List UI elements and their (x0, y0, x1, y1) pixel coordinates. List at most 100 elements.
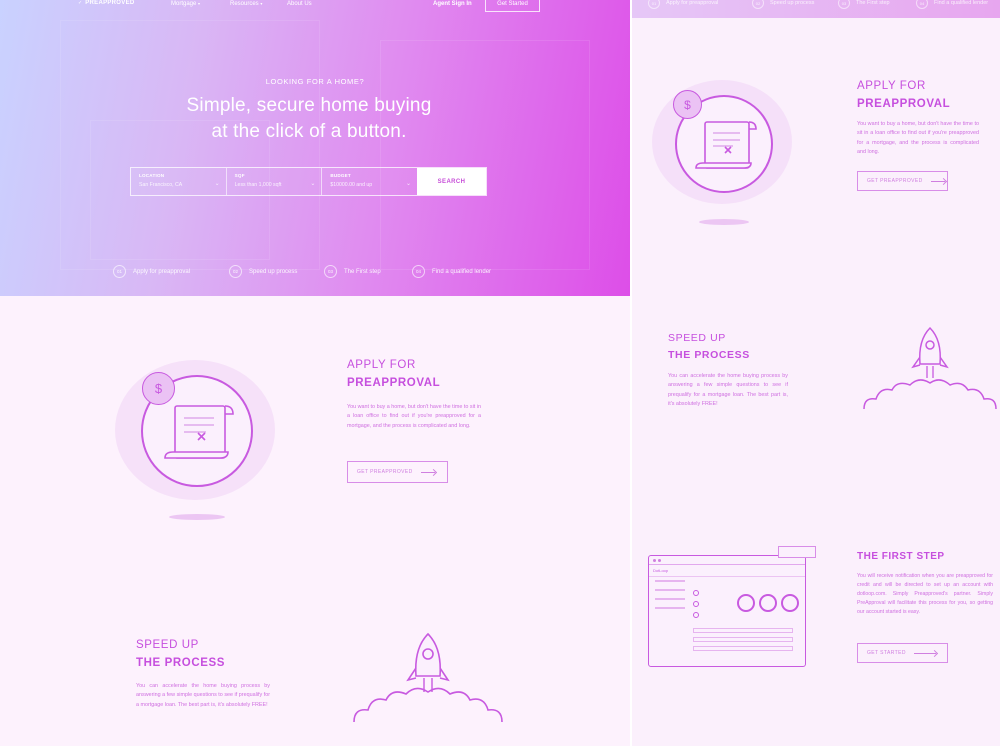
mockup-sidebar (655, 580, 685, 609)
get-started-label: GET STARTED (867, 650, 906, 656)
step-label: Find a qualified lender (432, 268, 492, 275)
logo-icon: ✓ (78, 0, 83, 6)
apply-section-title: APPLY FOR PREAPPROVAL (857, 77, 950, 114)
speed-title-line1: SPEED UP (136, 639, 199, 651)
chevron-down-icon: ⌄ (405, 181, 412, 187)
home-search-form: LOCATION San Francisco, CA ⌄ SQF Less th… (130, 167, 487, 196)
speed-section-title: SPEED UP THE PROCESS (136, 636, 225, 673)
apply-section-title: APPLY FOR PREAPPROVAL (347, 356, 440, 393)
step-number: 01 (113, 265, 126, 278)
step-item[interactable]: 04 Find a qualified lender (916, 0, 988, 9)
location-select[interactable]: LOCATION San Francisco, CA ⌄ (131, 168, 227, 195)
speed-title-line1: SPEED UP (668, 332, 726, 344)
chevron-down-icon: ▾ (198, 1, 201, 6)
speed-description: You can accelerate the home buying proce… (136, 683, 270, 708)
location-value: San Francisco, CA (139, 182, 183, 188)
landing-page-preview: ✓ PREAPPROVED Mortgage ▾ Resources ▾ Abo… (0, 0, 630, 746)
step-item[interactable]: 02 Speed up process (752, 0, 814, 9)
first-step-title: THE FIRST STEP (857, 551, 945, 562)
mockup-progress-rings (737, 594, 799, 612)
step-item[interactable]: 04 Find a qualified lender (412, 265, 491, 278)
get-preapproved-label: GET PREAPPROVED (867, 178, 923, 184)
rocket-launch-illustration (353, 632, 503, 723)
chevron-down-icon: ⌄ (310, 181, 316, 187)
get-preapproved-button[interactable]: GET PREAPPROVED (347, 461, 448, 483)
step-number: 02 (752, 0, 764, 9)
document-scroll-illustration (652, 80, 792, 225)
hero-section: ✓ PREAPPROVED Mortgage ▾ Resources ▾ Abo… (0, 0, 630, 296)
mockup-notification (778, 546, 816, 558)
step-item[interactable]: 01 Apply for preapproval (648, 0, 718, 9)
background-building-shape (380, 40, 590, 270)
get-started-button[interactable]: Get Started (485, 0, 540, 12)
sqf-select[interactable]: SQF Less than 1,000 sqft ⌄ (227, 168, 323, 195)
apply-description: You want to buy a home, but don't have t… (857, 121, 979, 156)
apply-title-line1: APPLY FOR (347, 359, 416, 371)
steps-strip: 01 Apply for preapproval 02 Speed up proce… (632, 0, 1000, 18)
step-number: 02 (229, 265, 242, 278)
arrow-right-icon (930, 180, 945, 182)
get-preapproved-label: GET PREAPPROVED (357, 469, 413, 475)
brand-name: PREAPPROVED (85, 0, 135, 6)
step-label: The First step (344, 268, 381, 275)
brand-logo[interactable]: ✓ PREAPPROVED (78, 0, 135, 6)
dollar-badge-icon: $ (142, 372, 175, 405)
step-label: The First step (856, 0, 890, 6)
hero-eyebrow: LOOKING FOR A HOME? (265, 77, 365, 86)
budget-select[interactable]: BUDGET $10000.00 and up ⌄ (322, 168, 417, 195)
speed-title-line2: THE PROCESS (668, 348, 750, 361)
step-item[interactable]: 03 The First step (324, 265, 381, 278)
nav-link-resources[interactable]: Resources ▾ (230, 1, 262, 7)
nav-link-about-us[interactable]: About Us (287, 1, 312, 7)
step-number: 03 (838, 0, 850, 9)
step-item[interactable]: 03 The First step (838, 0, 890, 9)
get-preapproved-button[interactable]: GET PREAPPROVED (857, 171, 948, 191)
landing-page-preview-scrolled: 01 Apply for preapproval 02 Speed up proce… (632, 0, 1000, 746)
speed-section-title: SPEED UP THE PROCESS (668, 330, 750, 364)
step-number: 03 (324, 265, 337, 278)
step-label: Speed up process (249, 268, 298, 275)
sqf-label: SQF (234, 173, 245, 178)
hero-headline-line2: at the click of a button. (211, 121, 407, 142)
apply-title-line1: APPLY FOR (857, 80, 926, 92)
get-started-secondary-button[interactable]: GET STARTED (857, 643, 948, 663)
budget-value: $10000.00 and up (330, 182, 373, 188)
nav-link-mortgage[interactable]: Mortgage ▾ (171, 1, 200, 7)
apply-title-line2: PREAPPROVAL (347, 377, 441, 390)
budget-label: BUDGET (330, 173, 351, 178)
step-label: Find a qualified lender (934, 0, 989, 6)
step-item[interactable]: 01 Apply for preapproval (113, 265, 190, 278)
dollar-badge-icon: $ (673, 90, 702, 119)
step-number: 04 (916, 0, 928, 9)
chevron-down-icon: ⌄ (214, 181, 220, 187)
speed-description: You can accelerate the home buying proce… (668, 373, 788, 408)
document-scroll-illustration (115, 360, 275, 520)
hero-headline-line1: Simple, secure home buying (186, 95, 432, 116)
mockup-title: DotLoop (649, 565, 805, 577)
apply-title-line2: PREAPPROVAL (857, 98, 951, 111)
speed-title-line2: THE PROCESS (136, 657, 226, 670)
step-number: 04 (412, 265, 425, 278)
step-label: Apply for preapproval (666, 0, 719, 6)
step-label: Apply for preapproval (133, 268, 191, 275)
window-dot-icon (653, 558, 656, 562)
rocket-launch-illustration (863, 326, 997, 410)
dotloop-app-mockup: DotLoop (648, 555, 806, 667)
search-button[interactable]: SEARCH (417, 168, 487, 195)
mockup-rows (693, 628, 793, 651)
location-label: LOCATION (139, 173, 165, 178)
first-step-description: You will receive notification when you a… (857, 573, 993, 616)
nav-link-label: Mortgage (171, 1, 197, 7)
window-dot-icon (658, 558, 661, 562)
step-item[interactable]: 02 Speed up process (229, 265, 297, 278)
sqf-value: Less than 1,000 sqft (234, 182, 282, 188)
step-number: 01 (648, 0, 660, 9)
apply-description: You want to buy a home, but don't have t… (347, 404, 481, 429)
chevron-down-icon: ▾ (260, 1, 263, 6)
arrow-right-icon (420, 471, 435, 473)
step-label: Speed up process (770, 0, 815, 6)
nav-link-label: Resources (230, 1, 259, 7)
mockup-avatars (693, 590, 699, 618)
arrow-right-icon (913, 652, 936, 654)
agent-sign-in-link[interactable]: Agent Sign In (433, 1, 472, 7)
